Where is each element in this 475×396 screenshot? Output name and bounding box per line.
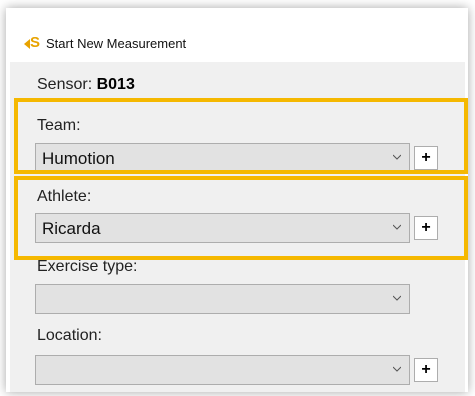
location-label: Location: [37, 327, 102, 344]
chevron-down-icon [393, 366, 401, 372]
dialog-titlebar: S Start New Measurement [10, 26, 465, 62]
athlete-highlight-box [14, 176, 468, 260]
sensor-line: Sensor: B013 [37, 76, 135, 94]
app-logo-icon: S [24, 34, 42, 51]
chevron-down-icon [393, 295, 401, 301]
team-highlight-box [14, 98, 468, 174]
sensor-label: Sensor: [37, 76, 93, 93]
location-dropdown[interactable] [35, 355, 410, 385]
exercise-type-dropdown[interactable] [35, 284, 410, 314]
dialog-title: Start New Measurement [46, 36, 187, 51]
sensor-value: B013 [96, 76, 135, 93]
add-location-button[interactable]: + [414, 358, 438, 382]
exercise-type-label: Exercise type: [37, 258, 138, 275]
